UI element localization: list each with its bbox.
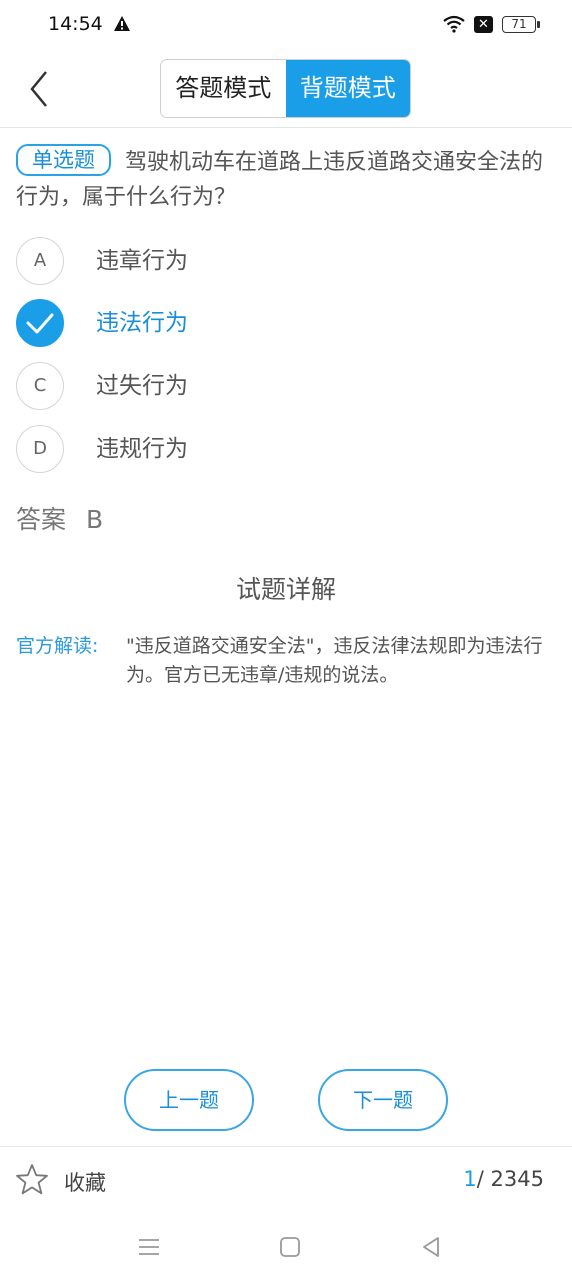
option-label: 违章行为	[96, 248, 188, 274]
option-d[interactable]: D 违规行为	[16, 425, 416, 473]
total-count: 2345	[490, 1167, 544, 1191]
warning-icon	[114, 16, 130, 31]
option-b[interactable]: 违法行为	[16, 299, 416, 347]
close-icon: ✕	[474, 16, 493, 33]
battery-level: 71	[511, 17, 527, 31]
option-a[interactable]: A 违章行为	[16, 237, 416, 285]
header: 答题模式 背题模式	[0, 50, 572, 128]
option-label: 过失行为	[96, 373, 188, 399]
detail-title: 试题详解	[235, 575, 336, 604]
answer-value: B	[86, 505, 104, 534]
answer-row: 答案 B	[16, 500, 103, 536]
system-nav-bar	[0, 1216, 572, 1280]
current-index: 1	[463, 1167, 477, 1191]
checkmark-icon	[16, 299, 64, 347]
option-letter: D	[16, 425, 64, 473]
next-question-button[interactable]: 下一题	[318, 1069, 448, 1131]
option-label: 违规行为	[96, 436, 188, 462]
explain-text: "违反道路交通安全法"，违反法律法规即为违法行为。官方已无违章/违规的说法。	[126, 635, 543, 686]
tab-review-mode[interactable]: 背题模式	[285, 60, 410, 117]
back-triangle-icon[interactable]	[418, 1234, 444, 1260]
question-counter: 1/ 2345	[463, 1167, 544, 1191]
battery-icon: 71	[502, 16, 540, 33]
counter-separator: /	[476, 1167, 484, 1191]
question-type-badge: 单选题	[16, 144, 111, 176]
wifi-icon	[443, 15, 465, 33]
mode-switch: 答题模式 背题模式	[160, 59, 411, 118]
menu-icon[interactable]	[136, 1234, 162, 1260]
status-time: 14:54	[48, 13, 103, 35]
explain-label: 官方解读:	[16, 635, 99, 657]
bottom-bar: 收藏 1/ 2345	[0, 1146, 572, 1216]
prev-question-button[interactable]: 上一题	[124, 1069, 254, 1131]
home-icon[interactable]	[277, 1234, 303, 1260]
option-c[interactable]: C 过失行为	[16, 362, 416, 410]
chevron-left-icon[interactable]	[20, 64, 60, 114]
option-letter: A	[16, 237, 64, 285]
question: 单选题 驾驶机动车在道路上违反道路交通安全法的行为，属于什么行为？	[16, 144, 556, 215]
favorite-label[interactable]: 收藏	[64, 1167, 106, 1197]
option-letter: C	[16, 362, 64, 410]
status-bar: 14:54 ✕ 71	[0, 0, 572, 50]
star-icon[interactable]	[15, 1163, 49, 1197]
option-label: 违法行为	[96, 310, 188, 336]
tab-answer-mode[interactable]: 答题模式	[161, 60, 286, 117]
answer-label: 答案	[16, 505, 67, 534]
